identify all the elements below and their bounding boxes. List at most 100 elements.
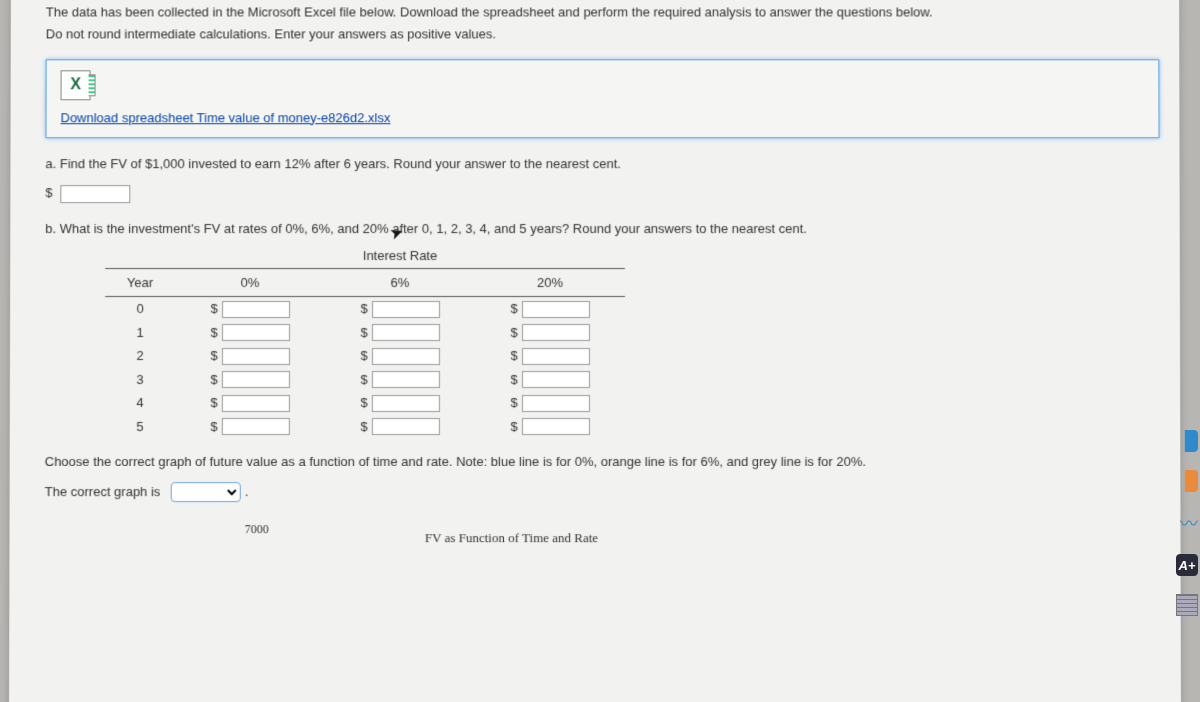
currency-symbol: $ — [360, 348, 367, 363]
side-icon-orange[interactable] — [1176, 470, 1198, 492]
question-b-prompt: b. What is the investment's FV at rates … — [45, 219, 1160, 238]
fv-table-body: 0 $ $ $1 $ $ $2 $ $ $3 $ $ $4 $ $ $5 $ $ $ — [105, 297, 625, 439]
fv-cell: $ — [475, 415, 625, 439]
fv-cell: $ — [325, 368, 475, 392]
currency-symbol: $ — [360, 301, 367, 316]
side-icon-blue[interactable] — [1176, 430, 1198, 452]
year-cell: 2 — [105, 344, 175, 368]
fv-input[interactable] — [372, 301, 440, 318]
fv-input[interactable] — [222, 324, 290, 341]
currency-symbol: $ — [510, 325, 517, 340]
year-cell: 5 — [105, 415, 175, 439]
fv-cell: $ — [325, 344, 475, 368]
currency-symbol: $ — [210, 419, 217, 434]
file-download-box: X Download spreadsheet Time value of mon… — [45, 59, 1159, 138]
interest-rate-header: Interest Rate — [175, 244, 625, 268]
currency-symbol: $ — [210, 372, 217, 387]
side-toolbar: 〰 A+ — [1176, 430, 1200, 616]
currency-symbol: $ — [360, 372, 367, 387]
currency-symbol: $ — [510, 301, 517, 316]
fv-cell: $ — [325, 321, 475, 344]
fv-input[interactable] — [222, 348, 290, 365]
assignment-page: Money The data has been collected in the… — [9, 0, 1181, 702]
side-doc-icon[interactable] — [1176, 594, 1198, 616]
excel-icon: X — [61, 70, 91, 100]
intro-line-1: The data has been collected in the Micro… — [46, 4, 1159, 23]
currency-symbol: $ — [210, 395, 217, 410]
fv-input[interactable] — [372, 324, 440, 341]
fv-input[interactable] — [522, 371, 590, 388]
table-row: 2 $ $ $ — [105, 344, 625, 368]
fv-cell: $ — [475, 391, 625, 415]
rate-header-0: 0% — [175, 268, 325, 296]
currency-symbol: $ — [510, 348, 517, 363]
currency-symbol: $ — [510, 419, 517, 434]
fv-cell: $ — [175, 368, 325, 392]
currency-symbol: $ — [360, 325, 367, 340]
fv-table-wrap: Interest Rate Year 0% 6% 20% 0 $ $ $1 $ $ $2 $ $… — [105, 244, 1160, 438]
chart-y-tick: 7000 — [245, 522, 269, 537]
year-cell: 1 — [105, 321, 175, 344]
currency-symbol: $ — [210, 301, 217, 316]
year-cell: 3 — [105, 368, 175, 392]
year-cell: 0 — [105, 297, 175, 321]
graph-period: . — [245, 484, 249, 499]
fv-input[interactable] — [522, 348, 590, 365]
graph-question: Choose the correct graph of future value… — [45, 452, 1161, 502]
fv-cell: $ — [175, 391, 325, 415]
fv-cell: $ — [475, 344, 625, 368]
fv-input[interactable] — [372, 418, 440, 435]
question-a-prompt: a. Find the FV of $1,000 invested to ear… — [45, 154, 1159, 173]
graph-instruction: Choose the correct graph of future value… — [45, 452, 1161, 472]
fv-cell: $ — [325, 391, 475, 415]
fv-cell: $ — [175, 297, 325, 321]
fv-cell: $ — [325, 297, 475, 321]
graph-answer-prefix: The correct graph is — [45, 484, 161, 499]
currency-symbol: $ — [210, 325, 217, 340]
download-link[interactable]: Download spreadsheet Time value of money… — [61, 110, 1145, 125]
fv-cell: $ — [175, 415, 325, 439]
currency-symbol: $ — [510, 372, 517, 387]
graph-select[interactable] — [171, 482, 241, 502]
fv-cell: $ — [475, 297, 625, 321]
fv-input[interactable] — [372, 348, 440, 365]
fv-input[interactable] — [522, 324, 590, 341]
fv-input[interactable] — [522, 301, 590, 318]
currency-symbol: $ — [45, 185, 52, 200]
fv-table: Interest Rate Year 0% 6% 20% 0 $ $ $1 $ $ $2 $ $… — [105, 244, 625, 438]
rate-header-1: 6% — [325, 268, 475, 296]
currency-symbol: $ — [510, 395, 517, 410]
fv-cell: $ — [175, 344, 325, 368]
table-row: 0 $ $ $ — [105, 297, 625, 321]
fv-cell: $ — [475, 368, 625, 392]
fv-input[interactable] — [372, 371, 440, 388]
question-a: a. Find the FV of $1,000 invested to ear… — [45, 154, 1159, 203]
currency-symbol: $ — [210, 348, 217, 363]
table-row: 1 $ $ $ — [105, 321, 625, 344]
intro-line-2: Do not round intermediate calculations. … — [46, 25, 1160, 44]
fv-input[interactable] — [221, 395, 289, 412]
fv-input[interactable] — [222, 371, 290, 388]
answer-a-input[interactable] — [60, 185, 130, 203]
intro-text: The data has been collected in the Micro… — [46, 4, 1160, 45]
year-header: Year — [105, 268, 175, 296]
fv-input[interactable] — [222, 301, 290, 318]
table-row: 3 $ $ $ — [105, 368, 625, 392]
fv-input[interactable] — [372, 395, 440, 412]
chart-title: FV as Function of Time and Rate — [425, 530, 598, 546]
table-row: 5 $ $ $ — [105, 415, 625, 439]
fv-input[interactable] — [522, 418, 590, 435]
side-aplus-icon[interactable]: A+ — [1176, 554, 1198, 576]
fv-cell: $ — [175, 321, 325, 344]
fv-cell: $ — [475, 321, 625, 344]
fv-input[interactable] — [221, 418, 289, 435]
fv-cell: $ — [325, 415, 475, 439]
fv-input[interactable] — [522, 395, 590, 412]
year-cell: 4 — [105, 391, 175, 415]
question-b: b. What is the investment's FV at rates … — [45, 219, 1160, 438]
side-wave-icon[interactable]: 〰 — [1180, 510, 1198, 536]
table-row: 4 $ $ $ — [105, 391, 625, 415]
currency-symbol: $ — [360, 419, 367, 434]
rate-header-2: 20% — [475, 268, 625, 296]
currency-symbol: $ — [360, 395, 367, 410]
